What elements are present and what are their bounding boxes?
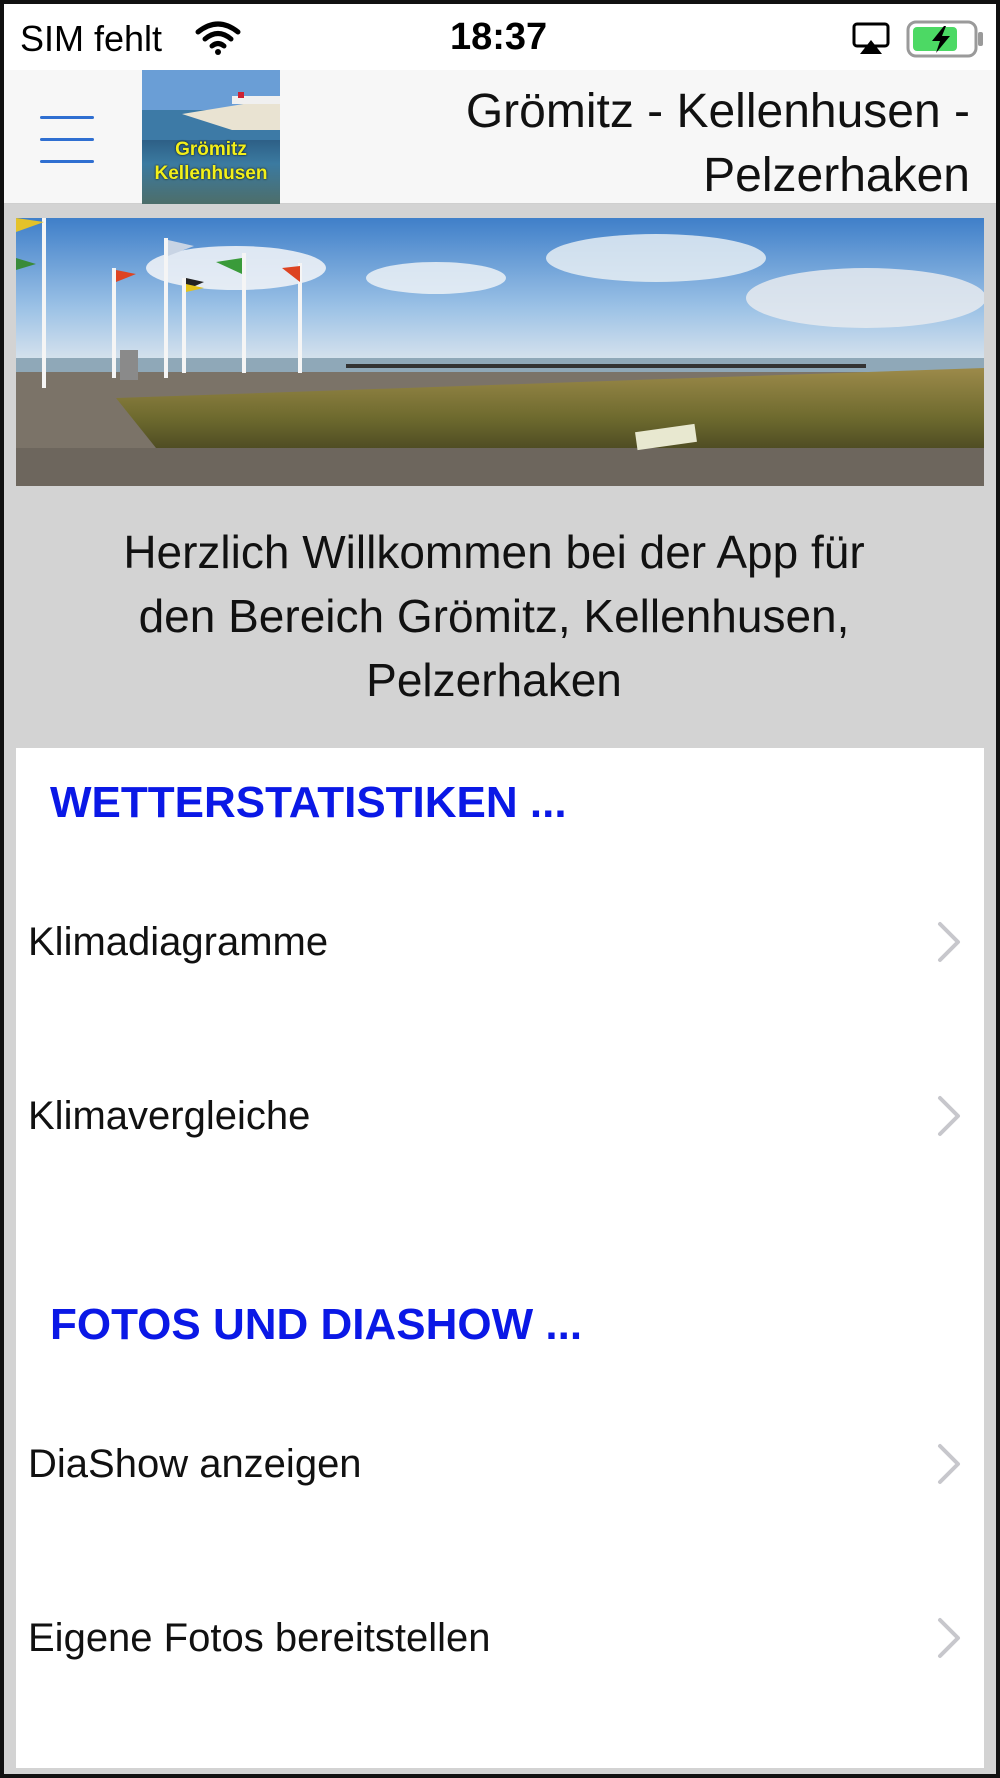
logo-text-line1: Grömitz [175,139,247,160]
app-screen: SIM fehlt 18:37 Grömitz Kellenhusen Gröm… [0,0,1000,1778]
wifi-icon [195,21,241,55]
menu-list: WETTERSTATISTIKEN ... Klimadiagramme Kli… [16,748,984,1768]
list-item-klimavergleiche[interactable]: Klimavergleiche [16,1058,984,1178]
welcome-line2: den Bereich Grömitz, Kellenhusen, [138,590,850,642]
welcome-message: Herzlich Willkommen bei der App für den … [34,520,954,712]
chevron-right-icon [938,922,960,962]
welcome-line1: Herzlich Willkommen bei der App für [123,526,865,578]
clock-time: 18:37 [450,16,548,58]
page-title-line1: Grömitz - Kellenhusen - [465,85,970,138]
list-item-label: Eigene Fotos bereitstellen [28,1616,491,1660]
chevron-right-icon [938,1444,960,1484]
list-item-diashow-anzeigen[interactable]: DiaShow anzeigen [16,1406,984,1526]
welcome-line3: Pelzerhaken [366,654,622,706]
list-item-label: DiaShow anzeigen [28,1442,362,1486]
app-logo: Grömitz Kellenhusen [142,70,280,204]
logo-beach-image [142,70,280,140]
chevron-right-icon [938,1096,960,1136]
hamburger-menu-icon[interactable] [40,108,96,168]
list-item-eigene-fotos[interactable]: Eigene Fotos bereitstellen [16,1580,984,1700]
page-title-line2: Pelzerhaken [703,149,970,202]
page-title: Grömitz - Kellenhusen - Pelzerhaken [370,80,970,208]
section-header-fotos-diashow: FOTOS UND DIASHOW ... [50,1300,583,1349]
status-bar: SIM fehlt 18:37 [4,4,996,70]
section-header-wetterstatistiken: WETTERSTATISTIKEN ... [50,778,567,827]
list-item-label: Klimadiagramme [28,920,329,964]
logo-text-line2: Kellenhusen [154,163,268,184]
list-item-label: Klimavergleiche [28,1094,311,1138]
chevron-right-icon [938,1618,960,1658]
airplay-icon [852,22,890,54]
carrier-label: SIM fehlt [20,18,163,59]
battery-charging-icon [906,20,983,58]
list-item-klimadiagramme[interactable]: Klimadiagramme [16,884,984,1004]
navigation-bar: Grömitz Kellenhusen Grömitz - Kellenhuse… [4,70,996,204]
beach-pier-panorama-image [16,218,984,486]
